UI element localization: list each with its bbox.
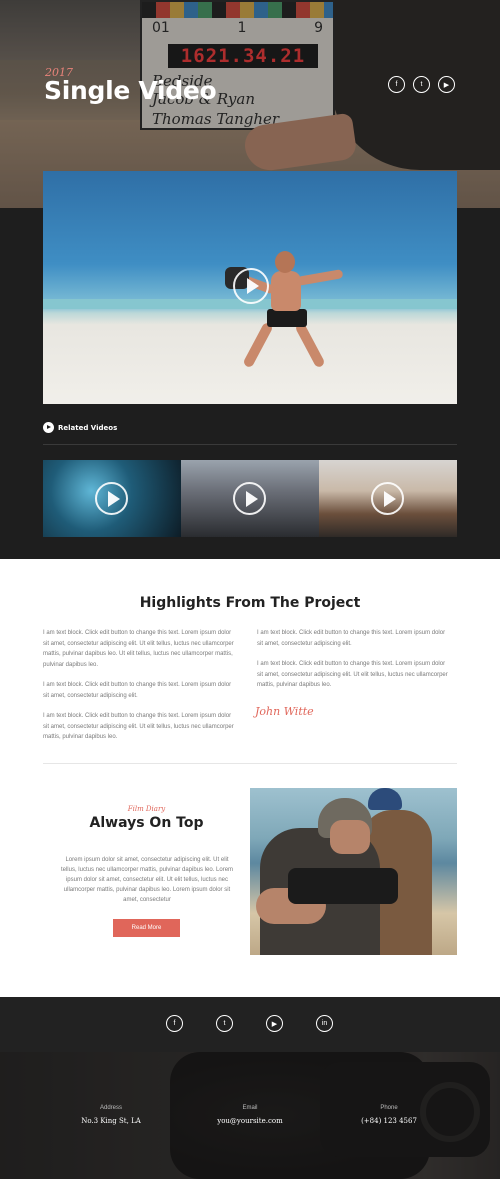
twitter-icon[interactable]: t [216, 1015, 233, 1032]
email-value[interactable]: you@yoursite.com [190, 1117, 310, 1125]
play-icon[interactable] [371, 482, 404, 515]
highlights-right-column: I am text block. Click edit button to ch… [257, 628, 451, 701]
facebook-icon[interactable]: f [166, 1015, 183, 1032]
feature-photo [250, 788, 457, 955]
footer-email: Email you@yoursite.com [190, 1105, 310, 1125]
text-block: I am text block. Click edit button to ch… [43, 682, 232, 699]
related-videos-heading: Related Videos [43, 422, 117, 433]
signature: John Witte [255, 705, 314, 718]
youtube-icon[interactable]: ▶ [266, 1015, 283, 1032]
address-value: No.3 King St, LA [81, 1117, 141, 1125]
hero-social-links: f t ▶ [388, 76, 455, 93]
feature-tag: Film Diary [127, 805, 166, 813]
footer-phone: Phone (+84) 123 4567 [329, 1105, 449, 1125]
video-subject-image [225, 249, 344, 369]
related-video-thumb[interactable] [43, 460, 181, 537]
email-label: Email [242, 1105, 258, 1111]
main-video-player[interactable] [43, 171, 457, 404]
text-block: I am text block. Click edit button to ch… [257, 630, 446, 647]
highlights-title: Highlights From The Project [139, 595, 361, 611]
related-videos-label: Related Videos [58, 423, 118, 432]
youtube-icon[interactable]: ▶ [438, 76, 455, 93]
highlights-left-column: I am text block. Click edit button to ch… [43, 628, 237, 753]
read-more-button[interactable]: Read More [113, 919, 180, 937]
divider [43, 444, 457, 445]
phone-value[interactable]: (+84) 123 4567 [329, 1117, 449, 1125]
footer-address: Address No.3 King St, LA [51, 1105, 171, 1125]
text-block: I am text block. Click edit button to ch… [257, 661, 448, 688]
page-title: Single Video [44, 76, 217, 105]
address-label: Address [99, 1105, 122, 1111]
play-icon[interactable] [233, 482, 266, 515]
text-block: I am text block. Click edit button to ch… [43, 713, 234, 740]
divider [43, 763, 457, 764]
related-video-thumb[interactable] [181, 460, 319, 537]
phone-label: Phone [380, 1105, 398, 1111]
play-icon[interactable] [233, 268, 269, 304]
play-icon[interactable] [95, 482, 128, 515]
linkedin-icon[interactable]: in [316, 1015, 333, 1032]
footer-social-links: f t ▶ in [166, 1015, 333, 1032]
feature-body: Lorem ipsum dolor sit amet, consectetur … [60, 857, 234, 903]
related-videos-list [43, 460, 457, 537]
related-video-thumb[interactable] [319, 460, 457, 537]
play-circle-icon [43, 422, 54, 433]
feature-title: Always On Top [89, 815, 204, 831]
twitter-icon[interactable]: t [413, 76, 430, 93]
facebook-icon[interactable]: f [388, 76, 405, 93]
text-block: I am text block. Click edit button to ch… [43, 630, 234, 668]
